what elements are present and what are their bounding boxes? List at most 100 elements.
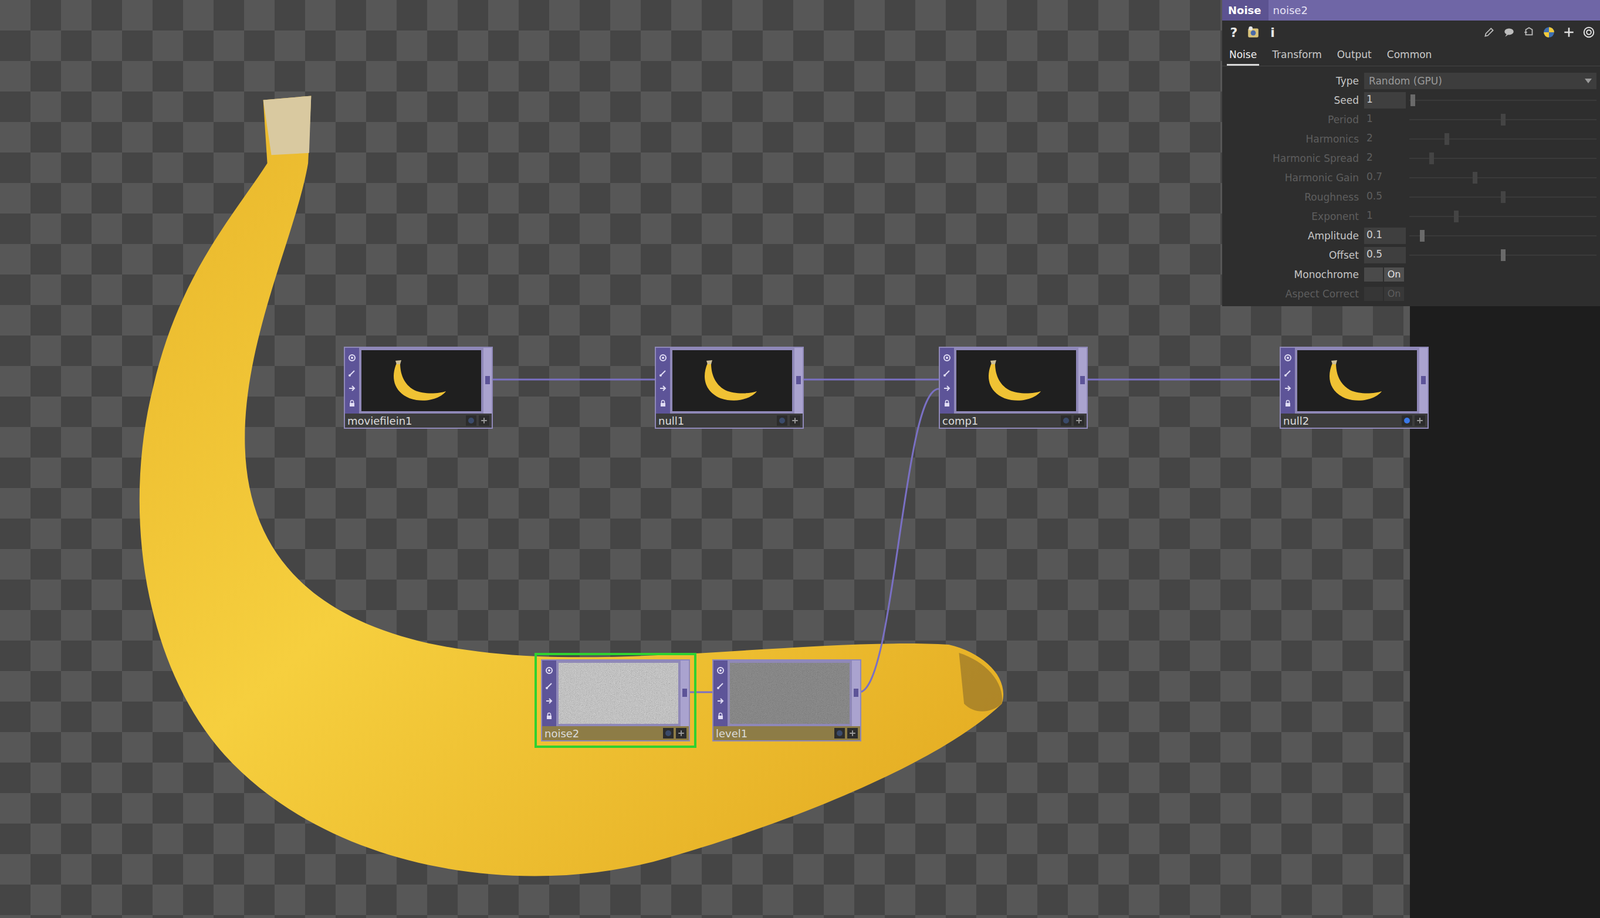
bypass-arrow-icon[interactable]: [715, 696, 726, 706]
slider-handle[interactable]: [1453, 210, 1459, 223]
lock-icon[interactable]: [658, 398, 668, 409]
value-field[interactable]: 0.5: [1364, 247, 1406, 264]
node-output-connector[interactable]: [794, 347, 803, 414]
value-field[interactable]: 0.7: [1364, 169, 1406, 186]
top-node[interactable]: comp1: [938, 346, 1088, 429]
pencil-icon[interactable]: [1482, 25, 1496, 39]
top-node[interactable]: noise2: [540, 659, 690, 742]
display-flag[interactable]: [1060, 415, 1072, 426]
value-field[interactable]: 1: [1364, 208, 1406, 225]
wire[interactable]: [1085, 379, 1280, 381]
wire[interactable]: [687, 691, 713, 694]
bypass-arrow-icon[interactable]: [1283, 383, 1293, 394]
slider-handle[interactable]: [1444, 133, 1450, 145]
wire[interactable]: [858, 388, 939, 693]
slider-handle[interactable]: [1472, 171, 1478, 184]
top-node[interactable]: moviefilein1: [343, 346, 493, 429]
viewer-icon[interactable]: [1283, 353, 1293, 363]
python-help-icon[interactable]: [1246, 25, 1260, 39]
toggle[interactable]: On: [1364, 286, 1406, 301]
node-output-connector[interactable]: [680, 660, 689, 727]
slider-handle[interactable]: [1500, 249, 1506, 262]
top-node[interactable]: level1: [712, 659, 862, 742]
viewer-icon[interactable]: [544, 665, 554, 676]
slider[interactable]: [1409, 170, 1597, 185]
panel-tab[interactable]: Output: [1334, 46, 1375, 66]
node-name[interactable]: comp1: [942, 414, 1059, 428]
info-button[interactable]: i: [1266, 25, 1279, 40]
clone-icon[interactable]: [942, 368, 952, 378]
slider[interactable]: [1409, 132, 1597, 147]
bypass-arrow-icon[interactable]: [942, 383, 952, 394]
reset-icon[interactable]: [1522, 25, 1536, 39]
panel-tab[interactable]: Transform: [1269, 46, 1325, 66]
value-field[interactable]: 0.5: [1364, 188, 1406, 206]
slider[interactable]: [1409, 248, 1597, 263]
value-field[interactable]: 2: [1364, 150, 1406, 167]
toggle[interactable]: On: [1364, 267, 1406, 282]
display-flag[interactable]: [662, 728, 674, 739]
viewer-icon[interactable]: [715, 665, 726, 676]
clone-icon[interactable]: [658, 368, 668, 378]
slider[interactable]: [1409, 209, 1597, 224]
add-flag[interactable]: [1414, 415, 1426, 426]
node-name[interactable]: moviefilein1: [347, 414, 464, 428]
operator-name-field[interactable]: noise2: [1268, 0, 1600, 21]
comment-icon[interactable]: [1502, 25, 1516, 39]
node-output-connector[interactable]: [851, 660, 861, 727]
top-node[interactable]: null1: [654, 346, 804, 429]
add-flag[interactable]: [789, 415, 801, 426]
slider-handle[interactable]: [1429, 152, 1434, 165]
node-name[interactable]: null1: [658, 414, 775, 428]
add-icon[interactable]: [1562, 25, 1576, 39]
bypass-arrow-icon[interactable]: [658, 383, 668, 394]
top-node[interactable]: null2: [1279, 346, 1429, 429]
viewer-icon[interactable]: [942, 353, 952, 363]
value-field[interactable]: 2: [1364, 130, 1406, 148]
viewer-icon[interactable]: [347, 353, 357, 363]
clone-icon[interactable]: [347, 368, 357, 378]
help-button[interactable]: ?: [1228, 25, 1240, 40]
panel-tab[interactable]: Noise: [1226, 46, 1260, 66]
add-flag[interactable]: [847, 728, 858, 739]
display-flag[interactable]: [776, 415, 788, 426]
menu-field[interactable]: Random (GPU): [1364, 72, 1597, 90]
slider[interactable]: [1409, 190, 1597, 205]
display-flag[interactable]: [1401, 415, 1413, 426]
add-flag[interactable]: [478, 415, 490, 426]
node-name[interactable]: noise2: [544, 727, 661, 740]
lock-icon[interactable]: [544, 711, 554, 722]
value-field[interactable]: 1: [1364, 92, 1406, 109]
network-canvas[interactable]: moviefilein1 null1 comp1 null2 noise2 level1: [0, 0, 1410, 918]
clone-icon[interactable]: [715, 681, 726, 691]
lock-icon[interactable]: [942, 398, 952, 409]
node-name[interactable]: null2: [1283, 414, 1400, 428]
clone-icon[interactable]: [1283, 368, 1293, 378]
value-field[interactable]: 0.1: [1364, 227, 1406, 245]
slider-handle[interactable]: [1500, 191, 1506, 204]
slider[interactable]: [1409, 112, 1597, 127]
wire[interactable]: [490, 379, 655, 381]
slider[interactable]: [1409, 151, 1597, 166]
lock-icon[interactable]: [347, 398, 357, 409]
bypass-arrow-icon[interactable]: [544, 696, 554, 706]
slider-handle[interactable]: [1410, 94, 1416, 107]
python-icon[interactable]: [1542, 25, 1556, 39]
panel-tab[interactable]: Common: [1384, 46, 1435, 66]
clone-icon[interactable]: [544, 681, 554, 691]
node-output-connector[interactable]: [1419, 347, 1428, 414]
slider[interactable]: [1409, 228, 1597, 243]
node-output-connector[interactable]: [483, 347, 492, 414]
lock-icon[interactable]: [715, 711, 726, 722]
node-name[interactable]: level1: [715, 727, 832, 740]
lock-icon[interactable]: [1283, 398, 1293, 409]
wire[interactable]: [801, 379, 939, 381]
add-flag[interactable]: [675, 728, 687, 739]
bypass-arrow-icon[interactable]: [347, 383, 357, 394]
target-icon[interactable]: [1582, 25, 1596, 39]
display-flag[interactable]: [465, 415, 477, 426]
viewer-icon[interactable]: [658, 353, 668, 363]
display-flag[interactable]: [834, 728, 845, 739]
value-field[interactable]: 1: [1364, 111, 1406, 128]
slider-handle[interactable]: [1419, 229, 1425, 242]
